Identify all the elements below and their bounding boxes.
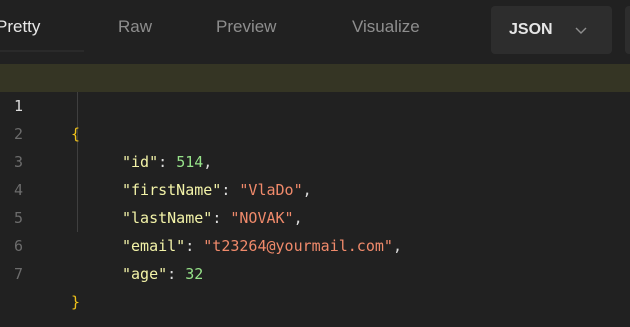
code-line-6: 6 "age": 32 xyxy=(0,204,630,283)
json-key: "age" xyxy=(122,265,168,283)
response-toolbar: Pretty Raw Preview Visualize JSON xyxy=(0,0,630,58)
format-select[interactable]: JSON xyxy=(491,6,612,54)
code-line-1: 1 { xyxy=(0,64,630,143)
json-code-view[interactable]: 1 { 2 "id": 514, 3 "firstName": "VlaDo",… xyxy=(0,64,630,311)
tab-raw[interactable]: Raw xyxy=(118,16,152,38)
code-line-7: 7 } xyxy=(0,232,630,311)
code-line-2: 2 "id": 514, xyxy=(0,92,630,171)
response-viewer: Pretty Raw Preview Visualize JSON 1 { 2 … xyxy=(0,0,630,327)
tab-pretty[interactable]: Pretty xyxy=(0,16,40,38)
code-line-4: 4 "lastName": "NOVAK", xyxy=(0,148,630,227)
json-field-age: "age": 32 xyxy=(122,260,203,288)
close-brace: } xyxy=(71,293,81,311)
active-tab-indicator xyxy=(0,50,84,52)
code-line-5: 5 "email": "t23264@yourmail.com", xyxy=(0,176,630,255)
line-number: 7 xyxy=(14,265,24,283)
tab-preview[interactable]: Preview xyxy=(216,16,276,38)
chevron-down-icon xyxy=(575,27,587,34)
json-colon: : xyxy=(167,265,186,283)
format-select-value: JSON xyxy=(509,21,553,38)
toolbar-edge-button[interactable] xyxy=(625,6,630,54)
code-line-3: 3 "firstName": "VlaDo", xyxy=(0,120,630,199)
json-value: 32 xyxy=(185,265,204,283)
tab-visualize[interactable]: Visualize xyxy=(352,16,420,38)
